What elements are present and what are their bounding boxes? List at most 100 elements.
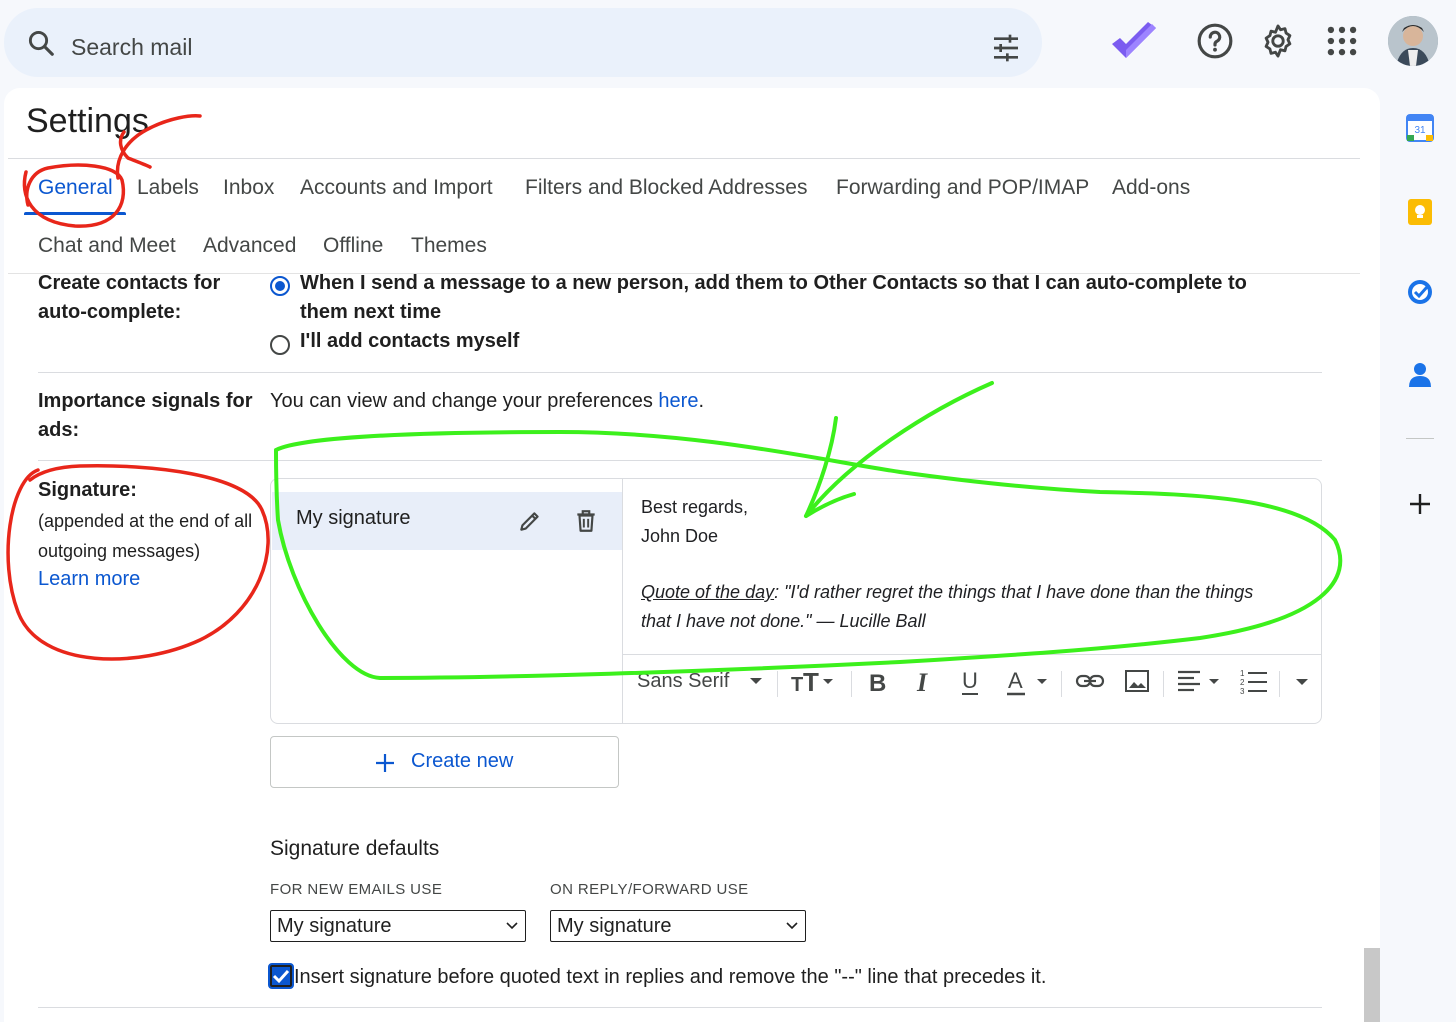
signature-body-line2: John Doe (641, 526, 719, 546)
radio-manual-label: I'll add contacts myself (300, 330, 520, 352)
text-color-icon[interactable]: A (1003, 663, 1053, 699)
svg-text:2: 2 (1240, 678, 1245, 687)
plus-icon (376, 754, 394, 772)
page-title: Settings (26, 102, 149, 140)
contacts-label-line1: Create contacts for (38, 272, 221, 294)
new-emails-select-value: My signature (277, 915, 392, 937)
tab-themes[interactable]: Themes (411, 234, 487, 258)
tab-advanced[interactable]: Advanced (203, 234, 296, 258)
more-formatting-icon[interactable] (1293, 663, 1313, 699)
importance-description: You can view and change your preferences (270, 390, 659, 412)
align-icon[interactable] (1175, 663, 1225, 699)
new-emails-signature-select[interactable]: My signature (270, 910, 526, 942)
calendar-icon[interactable]: 31 (1406, 114, 1434, 142)
quote-label: Quote of the day (641, 582, 775, 602)
insert-signature-label: Insert signature before quoted text in r… (294, 966, 1047, 988)
toolbar-divider (623, 654, 1321, 655)
divider (38, 1007, 1322, 1008)
importance-text: You can view and change your preferences… (270, 387, 704, 416)
insert-link-icon[interactable] (1075, 663, 1105, 699)
importance-label-line1: Importance signals for (38, 390, 253, 412)
divider (38, 460, 1322, 461)
settings-panel: Settings General Labels Inbox Accounts a… (4, 88, 1380, 1022)
new-emails-label: FOR NEW EMAILS USE (270, 881, 443, 898)
reply-forward-signature-select[interactable]: My signature (550, 910, 806, 942)
radio-auto-add-line1: When I send a message to a new person, a… (300, 272, 1247, 294)
checkmark-icon (272, 969, 290, 984)
radio-manual-contacts[interactable] (270, 335, 290, 355)
add-addon-icon[interactable] (1406, 490, 1434, 518)
tab-forwarding[interactable]: Forwarding and POP/IMAP (836, 176, 1089, 200)
font-size-icon[interactable]: TT (789, 663, 839, 699)
bold-icon[interactable]: B (865, 663, 893, 699)
toolbar-separator (851, 671, 852, 697)
tab-filters[interactable]: Filters and Blocked Addresses (525, 176, 807, 200)
svg-text:T: T (803, 667, 819, 697)
tab-labels[interactable]: Labels (137, 176, 199, 200)
chevron-down-icon (786, 922, 798, 930)
search-icon[interactable] (26, 28, 56, 58)
toolbar-separator (1061, 671, 1062, 697)
signature-body-line1: Best regards, (641, 497, 749, 517)
learn-more-link[interactable]: Learn more (38, 565, 140, 594)
toolbar-separator (1163, 671, 1164, 697)
svg-text:1: 1 (1240, 669, 1245, 678)
edit-pencil-icon[interactable] (517, 508, 543, 534)
tab-offline[interactable]: Offline (323, 234, 383, 258)
svg-text:B: B (869, 670, 886, 697)
search-input[interactable]: Search mail (71, 34, 192, 61)
underline-icon[interactable]: U (957, 663, 985, 699)
delete-trash-icon[interactable] (573, 508, 599, 534)
importance-here-link[interactable]: here (658, 390, 698, 412)
toolbar-separator (777, 671, 778, 697)
keep-icon[interactable] (1406, 198, 1434, 226)
signature-editor: My signature Best regards, John Doe Quot… (270, 478, 1322, 724)
signature-name: My signature (296, 507, 411, 529)
chevron-down-icon (506, 922, 518, 930)
italic-icon[interactable]: I (911, 663, 939, 699)
reply-forward-label: ON REPLY/FORWARD USE (550, 881, 749, 898)
contacts-label: Create contacts for auto-complete: (38, 269, 220, 327)
search-bar[interactable]: Search mail (4, 8, 1042, 77)
divider (38, 372, 1322, 373)
divider (8, 158, 1360, 159)
svg-text:I: I (916, 668, 928, 697)
toolbar-separator (1279, 671, 1280, 697)
importance-label-line2: ads: (38, 419, 80, 441)
help-icon[interactable] (1196, 22, 1234, 60)
create-new-signature-button[interactable]: Create new (270, 736, 619, 788)
signature-body-editor[interactable]: Best regards, John Doe Quote of the day:… (641, 493, 1253, 636)
numbered-list-icon[interactable]: 123 (1239, 663, 1269, 699)
apps-grid-icon[interactable] (1323, 22, 1361, 60)
importance-label: Importance signals for ads: (38, 387, 253, 445)
importance-period: . (698, 390, 705, 412)
tasks-icon[interactable] (1406, 278, 1434, 306)
tab-accounts-and-import[interactable]: Accounts and Import (300, 176, 493, 200)
create-new-label: Create new (411, 750, 514, 772)
reply-forward-select-value: My signature (557, 915, 672, 937)
signature-description: (appended at the end of all outgoing mes… (38, 506, 252, 566)
font-family-select[interactable]: Sans Serif (637, 663, 763, 699)
contacts-icon[interactable] (1406, 360, 1434, 388)
radio-auto-add-label: When I send a message to a new person, a… (300, 269, 1330, 327)
settings-gear-icon[interactable] (1259, 22, 1297, 60)
signature-label: Signature: (38, 479, 137, 501)
chevron-down-icon (750, 678, 763, 684)
rail-divider (1406, 438, 1434, 439)
svg-text:3: 3 (1240, 687, 1245, 696)
signature-list-item[interactable]: My signature (272, 492, 622, 550)
tab-add-ons[interactable]: Add-ons (1112, 176, 1190, 200)
font-family-value: Sans Serif (637, 669, 730, 692)
scrollbar[interactable] (1364, 948, 1380, 1022)
insert-image-icon[interactable] (1123, 663, 1151, 699)
radio-auto-add-contacts[interactable] (270, 276, 290, 296)
search-options-icon[interactable] (990, 32, 1022, 64)
quote-colon: : (774, 582, 785, 602)
avatar[interactable] (1388, 16, 1438, 66)
tab-chat-and-meet[interactable]: Chat and Meet (38, 234, 176, 258)
tab-inbox[interactable]: Inbox (223, 176, 274, 200)
quote-line1: "I'd rather regret the things that I hav… (784, 582, 1254, 602)
tasks-logo-icon[interactable] (1108, 20, 1160, 64)
tab-general[interactable]: General (38, 176, 113, 200)
insert-signature-checkbox[interactable] (268, 963, 294, 989)
